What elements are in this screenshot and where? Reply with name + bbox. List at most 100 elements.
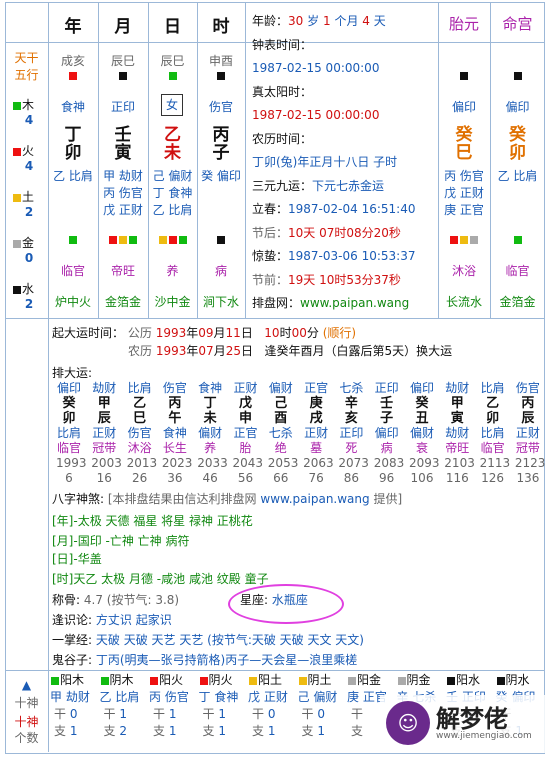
bottom-cell: 阴土己 偏财干 0支 1: [297, 673, 338, 738]
bottom-cell: 阳火丙 伤官干 1支 1: [149, 673, 189, 738]
dayun-gan: 癸: [415, 396, 429, 411]
dayun-zhi: 亥: [344, 411, 358, 426]
dayun-cs: 沐浴: [127, 441, 152, 455]
dayun-age: 106: [410, 471, 434, 485]
dayun-cs: 冠带: [92, 441, 117, 455]
dayun-gan: 乙: [486, 396, 500, 411]
pillar-nian: 丁卯: [64, 125, 82, 163]
dayun-year: 2023: [161, 456, 193, 470]
dayun-top: 食神: [198, 381, 223, 395]
dayun-age: 56: [237, 471, 254, 485]
dayun-zhi: 申: [238, 411, 252, 426]
shensha-header: 八字神煞: [本排盘结果由信达利排盘网 www.paipan.wang 提供]: [52, 492, 403, 506]
dayun-gan: 癸: [62, 396, 76, 411]
dayun-gan: 己: [274, 396, 288, 411]
dayun-gan: 甲: [97, 396, 111, 411]
wuxing-counts: 木4 火4 土2 金0 水2: [12, 96, 46, 326]
dayun-cs: 病: [380, 441, 393, 455]
dayun-col: 正官庚戌正财墓 2063 76: [303, 381, 334, 486]
dayun-col: 劫财甲辰正财 冠带 2003 16: [91, 381, 122, 486]
cang-row-ri: 辰巳: [160, 54, 185, 68]
dayun-age: 66: [273, 471, 289, 485]
shensha-shi: [时]天乙 太极 月德 -咸池 咸池 纹殿 童子: [52, 572, 269, 586]
dayun-cs: 临官: [56, 441, 81, 455]
logo-text: 解梦佬: [436, 705, 508, 733]
ming-ny: 金箔金: [499, 295, 536, 309]
dayun-zhi: 卯: [62, 411, 76, 426]
bottom-cell: 阳木甲 劫财干 0支 1: [50, 673, 90, 738]
dayun-sub: 正官: [233, 426, 258, 440]
dayun-top: 伤官: [515, 381, 540, 395]
dayun-cs: 冠带: [515, 441, 540, 455]
logo-icon: ☺: [386, 701, 430, 745]
dayun-year: 2013: [126, 456, 158, 470]
dayun-col: 伤官丙辰正财 冠带 2123 136: [515, 381, 546, 486]
tai-cs: 沐浴: [451, 264, 476, 278]
dayun-cs: 墓: [310, 441, 323, 455]
header-yue: 月: [114, 17, 132, 37]
dayun-gan: 戊: [238, 396, 252, 411]
dayun-year: 2093: [409, 456, 440, 470]
dayun-age: 26: [131, 471, 148, 485]
dayun-col: 正财戊申正官胎 2043 56: [233, 381, 264, 486]
dayun-col: 偏财己酉七杀绝 2053 66: [267, 381, 299, 486]
dayun-cs: 胎: [239, 441, 252, 455]
dayun-age: 126: [481, 471, 505, 485]
dayun-col: 比肩乙卯比肩 临官 2113 126: [479, 381, 511, 486]
dayun-age: 136: [516, 471, 540, 485]
cs-yue: 帝旺: [110, 264, 135, 278]
shensha-yue: [月]-国印 -亡神 亡神 病符: [52, 534, 190, 548]
ny-shi: 涧下水: [202, 295, 239, 309]
tai-cang: 丙 伤官戊 正财庚 正官: [444, 169, 484, 217]
bottom-cell: 阴木乙 比肩干 1支 2: [99, 673, 140, 738]
header-taiyuan: 胎元: [448, 15, 479, 33]
dayun-cs: 衰: [415, 441, 428, 455]
dayun-sub: 偏财: [198, 426, 223, 440]
dayun-col: 食神丁未偏财养 2033 46: [197, 381, 228, 486]
cang-ri: 己 偏财丁 食神乙 比肩: [152, 169, 193, 217]
shishen-nian: 食神: [60, 100, 85, 114]
dayun-zhi: 戌: [309, 411, 323, 426]
dayun-gan: 甲: [450, 396, 464, 411]
fengshi-row: 逢识论: 方丈识 起家识: [52, 613, 172, 627]
label-tiangan: 天干: [14, 51, 39, 65]
pillar-shi: 丙子: [212, 125, 230, 163]
dayun-year: 2063: [303, 456, 334, 470]
dayun-col: 偏印癸丑偏财衰 2093 106: [409, 381, 440, 486]
ming-cang: 乙 比肩: [497, 169, 538, 183]
cang-yue: 甲 劫财丙 伤官戊 正财: [103, 169, 143, 217]
dayun-age: 6: [65, 471, 73, 485]
dayun-col: 伤官丙午食神 长生 2023 36: [161, 381, 193, 486]
dayun-top: 比肩: [127, 381, 152, 395]
shishen-shi: 伤官: [208, 100, 233, 114]
dayun-top: 偏印: [56, 381, 81, 395]
dayun-cs: 长生: [162, 441, 187, 455]
dayun-zhi: 辰: [97, 411, 111, 426]
dayun-zhi: 巳: [133, 411, 147, 426]
tai-shishen: 偏印: [451, 100, 476, 114]
dayun-sub: 比肩: [480, 426, 505, 440]
dayun-top: 劫财: [92, 381, 117, 395]
cs-nian: 临官: [60, 264, 85, 278]
dayun-year: 2053: [267, 456, 299, 470]
dayun-sub: 劫财: [445, 426, 470, 440]
ming-pillar: 癸卯: [509, 125, 526, 163]
dayun-sub: 食神: [162, 426, 187, 440]
dayun-gan: 庚: [309, 396, 323, 411]
label-wuxing: 五行: [14, 68, 39, 82]
dayun-age: 36: [167, 471, 183, 485]
dayun-cs: 临官: [480, 441, 505, 455]
shensha-ri: [日]-华盖: [52, 552, 102, 566]
dayun-cs: 绝: [274, 441, 287, 455]
dayun-zhi: 未: [203, 411, 217, 426]
info-panel: 年龄：30 岁 1 个月 4 天 钟表时间： 1987-02-15 00:00:…: [252, 14, 416, 310]
cang-row-shi: 申酉: [208, 54, 233, 68]
dayun-lunar: 农历 1993年07月25日 逢癸年酉月（白露后第5天）换大运: [128, 344, 453, 358]
dayun-year: 2113: [479, 456, 511, 470]
dayun-top: 七杀: [339, 381, 364, 395]
guigu-row: 鬼谷子: 丁丙(明夷—张弓持箭格)丙子—天会星—浪里乘槎: [52, 653, 358, 667]
dayun-cs: 帝旺: [445, 441, 470, 455]
dayun-col: 偏印癸卯比肩 临官 1993 6: [56, 381, 87, 486]
logo-url: www.jiemengiao.com: [436, 731, 532, 741]
dayun-col: 劫财甲寅劫财 帝旺 2103 116: [444, 381, 475, 486]
